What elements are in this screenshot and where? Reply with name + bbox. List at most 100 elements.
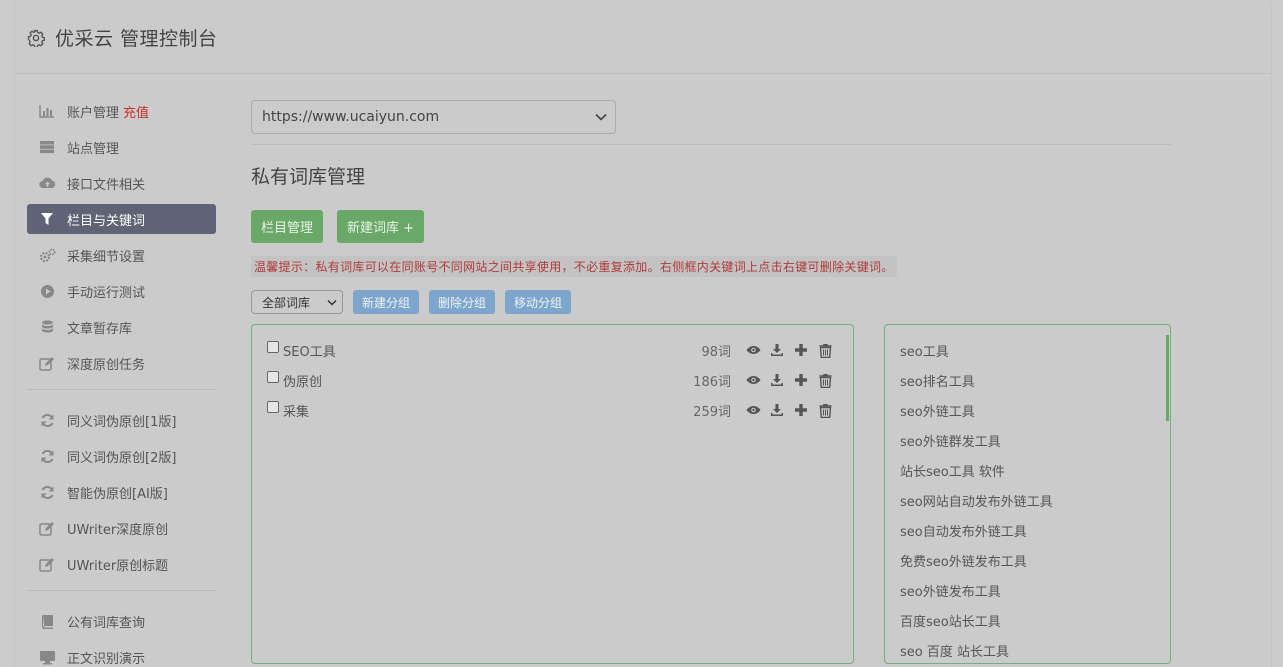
bar-chart-icon [38, 103, 56, 119]
keyword-item[interactable]: seo外链工具 [900, 395, 1170, 425]
eye-icon[interactable] [741, 402, 765, 418]
edit-icon [38, 355, 56, 371]
database-icon [38, 319, 56, 335]
keyword-item[interactable]: seo外链发布工具 [900, 575, 1170, 605]
sidebar-item-label: UWriter原创标题 [67, 558, 169, 574]
app-title: 优采云 管理控制台 [55, 28, 218, 50]
sidebar-item-uwriter-deep[interactable]: UWriter深度原创 [27, 513, 216, 543]
eye-icon[interactable] [741, 342, 765, 358]
download-icon[interactable] [765, 372, 789, 388]
sidebar-item-synonym-v1[interactable]: 同义词伪原创[1版] [27, 405, 216, 435]
library-name[interactable]: SEO工具 [283, 341, 671, 360]
sidebar-item-article-store[interactable]: 文章暂存库 [27, 312, 216, 342]
filter-icon [38, 211, 56, 227]
recharge-link[interactable]: 充值 [123, 102, 149, 121]
library-name[interactable]: 伪原创 [283, 371, 671, 390]
move-group-button[interactable]: 移动分组 [505, 290, 572, 314]
sidebar-item-label: 采集细节设置 [67, 249, 146, 265]
sidebar-item-synonym-v2[interactable]: 同义词伪原创[2版] [27, 441, 216, 471]
sidebar-item-account[interactable]: 账户管理 充值 [27, 96, 216, 126]
sidebar-item-label: UWriter深度原创 [67, 522, 169, 538]
library-name[interactable]: 采集 [283, 401, 671, 420]
sidebar-item-label: 深度原创任务 [67, 357, 146, 373]
edit-icon [38, 520, 56, 536]
download-icon[interactable] [765, 402, 789, 418]
plus-icon[interactable] [789, 342, 813, 358]
trash-icon[interactable] [813, 372, 837, 388]
sidebar-divider [27, 590, 216, 591]
page-title: 私有词库管理 [251, 166, 366, 188]
sidebar-item-label: 正文识别演示 [67, 651, 146, 667]
keyword-item[interactable]: seo工具 [900, 335, 1170, 365]
cloud-upload-icon [38, 175, 56, 191]
keyword-item[interactable]: seo排名工具 [900, 365, 1170, 395]
library-count: 186词 [693, 374, 731, 390]
eye-icon[interactable] [741, 372, 765, 388]
sidebar-item-text-recognition[interactable]: 正文识别演示 [27, 642, 216, 667]
library-list: SEO工具 98词 伪原创 186词 采集 259词 [251, 324, 854, 664]
refresh-icon [38, 412, 56, 428]
sidebar-item-label: 同义词伪原创[1版] [67, 414, 177, 430]
gears-icon [38, 247, 56, 263]
library-checkbox[interactable] [267, 401, 279, 413]
sidebar-item-ai-rewrite[interactable]: 智能伪原创[AI版] [27, 477, 216, 507]
refresh-icon [38, 448, 56, 464]
sidebar-item-deep-original[interactable]: 深度原创任务 [27, 348, 216, 378]
columns-manage-button[interactable]: 栏目管理 [251, 210, 324, 243]
main-content: https://www.ucaiyun.com 私有词库管理 栏目管理 新建词库… [251, 100, 1171, 664]
monitor-icon [38, 649, 56, 665]
library-checkbox[interactable] [267, 341, 279, 353]
trash-icon[interactable] [813, 342, 837, 358]
library-count: 98词 [701, 344, 731, 360]
sidebar-item-api-files[interactable]: 接口文件相关 [27, 168, 216, 198]
site-select[interactable]: https://www.ucaiyun.com [251, 100, 616, 134]
library-checkbox[interactable] [267, 371, 279, 383]
trash-icon[interactable] [813, 402, 837, 418]
keyword-item[interactable]: 免费seo外链发布工具 [900, 545, 1170, 575]
plus-icon[interactable] [789, 402, 813, 418]
sidebar-item-label: 公有词库查询 [67, 615, 146, 631]
sidebar-item-uwriter-title[interactable]: UWriter原创标题 [27, 549, 216, 579]
server-icon [38, 139, 56, 155]
sidebar-item-sites[interactable]: 站点管理 [27, 132, 216, 162]
sidebar-item-label: 账户管理 [67, 105, 120, 121]
scrollbar[interactable] [1166, 335, 1169, 421]
new-library-button[interactable]: 新建词库 + [337, 210, 425, 243]
sidebar-divider [27, 389, 216, 390]
list-item: SEO工具 98词 [267, 335, 837, 365]
group-select-value: 全部词库 [262, 295, 311, 310]
keyword-item[interactable]: seo外链群发工具 [900, 425, 1170, 455]
page: 优采云 管理控制台 账户管理 充值 站点管理 接口文件相关 栏目与关键词 采集细… [14, 2, 1272, 667]
sidebar-item-label: 智能伪原创[AI版] [67, 486, 168, 502]
keyword-item[interactable]: 站长seo工具 软件 [900, 455, 1170, 485]
gear-icon [27, 29, 45, 47]
sidebar-item-collect-settings[interactable]: 采集细节设置 [27, 240, 216, 270]
sidebar-item-public-lib[interactable]: 公有词库查询 [27, 606, 216, 636]
sidebar-item-label: 接口文件相关 [67, 177, 146, 193]
sidebar: 账户管理 充值 站点管理 接口文件相关 栏目与关键词 采集细节设置 手动运行测试… [27, 96, 216, 667]
book-icon [38, 613, 56, 629]
site-select-value: https://www.ucaiyun.com [262, 109, 440, 125]
plus-icon[interactable] [789, 372, 813, 388]
sidebar-item-manual-run[interactable]: 手动运行测试 [27, 276, 216, 306]
keyword-item[interactable]: seo 百度 站长工具 [900, 635, 1170, 665]
list-item: 伪原创 186词 [267, 365, 837, 395]
header: 优采云 管理控制台 [15, 2, 1271, 74]
keyword-item[interactable]: seo网站自动发布外链工具 [900, 485, 1170, 515]
group-select[interactable]: 全部词库 [251, 290, 343, 314]
delete-group-button[interactable]: 删除分组 [429, 290, 496, 314]
new-group-button[interactable]: 新建分组 [353, 290, 420, 314]
action-buttons: 栏目管理 新建词库 + [251, 210, 1171, 243]
play-circle-icon [38, 283, 56, 299]
library-count: 259词 [693, 404, 731, 420]
sidebar-item-label: 文章暂存库 [67, 321, 133, 337]
keyword-item[interactable]: 百度seo站长工具 [900, 605, 1170, 635]
edit-icon [38, 556, 56, 572]
library-panels: SEO工具 98词 伪原创 186词 采集 259词 seo工具 seo排名工具… [251, 324, 1171, 664]
refresh-icon [38, 484, 56, 500]
list-item: 采集 259词 [267, 395, 837, 425]
download-icon[interactable] [765, 342, 789, 358]
sidebar-item-columns-keywords[interactable]: 栏目与关键词 [27, 204, 216, 234]
keyword-item[interactable]: seo自动发布外链工具 [900, 515, 1170, 545]
sidebar-item-label: 同义词伪原创[2版] [67, 450, 177, 466]
